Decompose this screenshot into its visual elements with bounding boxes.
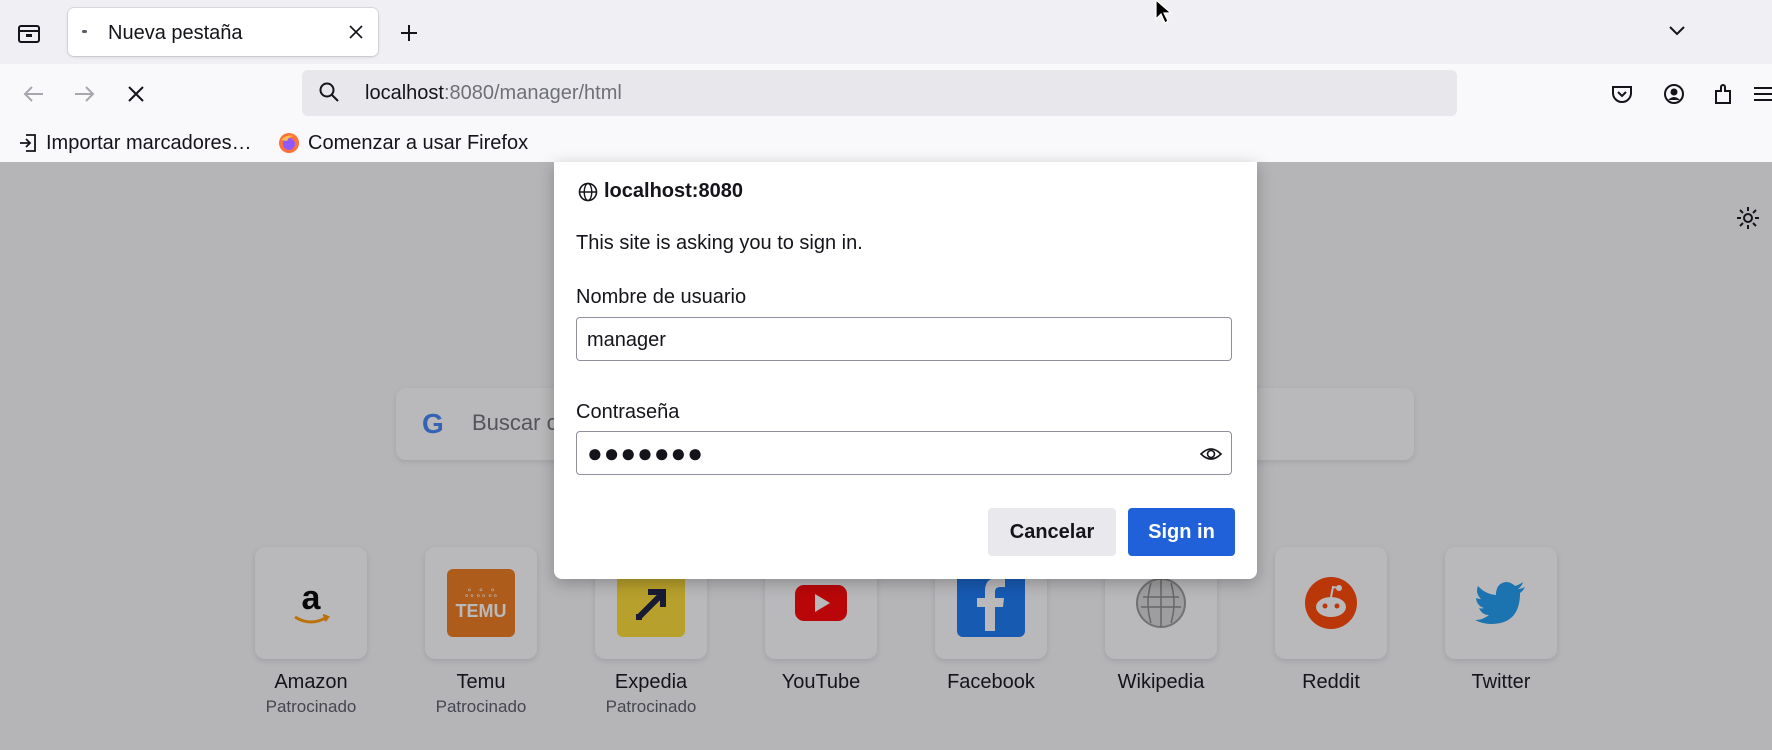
hamburger-icon — [1754, 87, 1772, 101]
cancel-button[interactable]: Cancelar — [988, 508, 1116, 556]
dialog-origin: localhost:8080 — [578, 180, 743, 203]
bookmark-label: Comenzar a usar Firefox — [308, 131, 529, 154]
firefox-view-icon — [18, 25, 40, 43]
username-field[interactable]: manager — [576, 317, 1232, 361]
forward-button[interactable] — [66, 76, 102, 112]
app-menu-button[interactable] — [1752, 76, 1772, 112]
dialog-message: This site is asking you to sign in. — [576, 232, 863, 254]
pocket-button[interactable] — [1604, 76, 1640, 112]
bookmarks-toolbar: Importar marcadores… Comenzar a usar Fir… — [0, 124, 1772, 163]
close-icon — [349, 25, 363, 39]
auth-dialog: localhost:8080 This site is asking you t… — [554, 162, 1257, 579]
mouse-cursor-icon — [1154, 0, 1178, 31]
tab-loading-icon — [82, 30, 87, 33]
tab-close-button[interactable] — [342, 18, 370, 46]
bookmark-import[interactable]: Importar marcadores… — [18, 130, 252, 156]
stop-button[interactable] — [118, 76, 154, 112]
navigation-toolbar: localhost:8080/manager/html — [0, 64, 1772, 124]
account-button[interactable] — [1656, 76, 1692, 112]
chevron-down-icon — [1669, 26, 1685, 36]
list-all-tabs-button[interactable] — [1660, 14, 1694, 48]
password-field[interactable]: ●●●●●●● — [576, 431, 1232, 475]
password-value: ●●●●●●● — [587, 438, 704, 468]
dialog-origin-text: localhost:8080 — [604, 180, 743, 202]
firefox-icon — [278, 132, 300, 154]
account-icon — [1664, 84, 1684, 104]
tab-active[interactable]: Nueva pestaña — [68, 8, 378, 56]
arrow-left-icon — [23, 86, 43, 102]
firefox-view-button[interactable] — [12, 16, 46, 50]
puzzle-icon — [1715, 84, 1731, 104]
import-icon — [18, 133, 38, 153]
bookmark-getting-started[interactable]: Comenzar a usar Firefox — [278, 130, 528, 156]
new-tab-button[interactable] — [392, 16, 426, 50]
bookmark-label: Importar marcadores… — [46, 131, 252, 154]
back-button[interactable] — [16, 76, 52, 112]
url-host: localhost — [365, 82, 444, 104]
reveal-password-icon[interactable] — [1199, 442, 1223, 471]
password-label: Contraseña — [576, 401, 680, 423]
tab-title: Nueva pestaña — [108, 22, 243, 44]
plus-icon — [401, 25, 417, 41]
stop-icon — [128, 86, 144, 102]
tab-strip: Nueva pestaña — [0, 0, 1772, 64]
username-value: manager — [587, 329, 666, 351]
sign-in-button[interactable]: Sign in — [1128, 508, 1235, 556]
url-bar[interactable]: localhost:8080/manager/html — [302, 70, 1457, 116]
extensions-button[interactable] — [1706, 76, 1742, 112]
search-icon — [318, 81, 340, 108]
url-path: :8080/manager/html — [443, 82, 622, 104]
username-label: Nombre de usuario — [576, 286, 747, 308]
pocket-icon — [1612, 86, 1632, 103]
arrow-right-icon — [75, 86, 95, 102]
globe-icon — [578, 182, 598, 202]
url-text[interactable]: localhost:8080/manager/html — [365, 82, 622, 105]
